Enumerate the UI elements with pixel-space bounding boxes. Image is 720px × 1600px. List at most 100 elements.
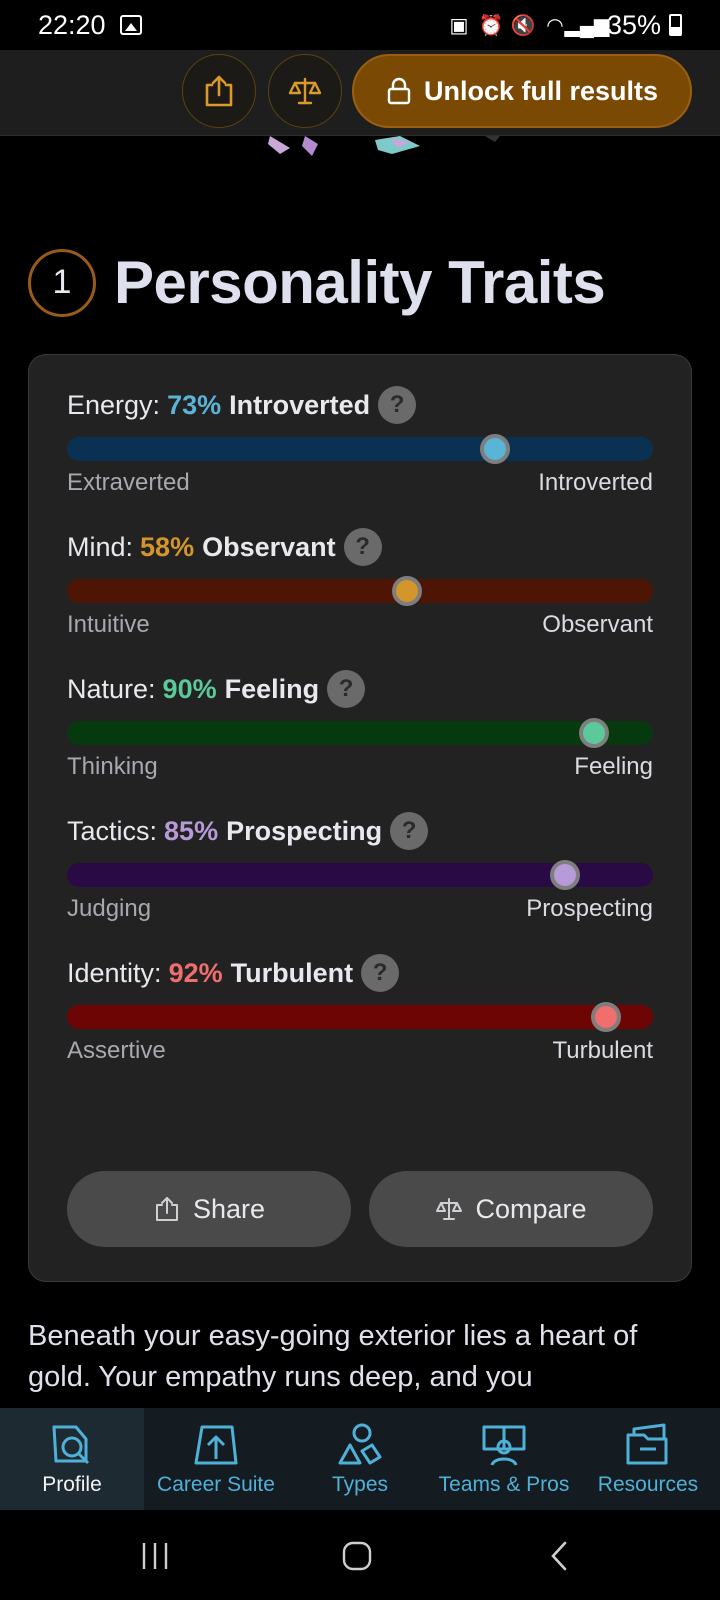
- types-icon: [338, 1423, 382, 1465]
- trait-row: Energy: 73% Introverted? Extraverted Introve…: [67, 385, 653, 497]
- share-label: Share: [192, 1193, 266, 1224]
- trait-slider-track: [67, 860, 653, 890]
- trait-result: Introverted: [229, 389, 371, 420]
- compare-button[interactable]: Compare: [369, 1171, 653, 1247]
- gallery-notification-icon: [119, 15, 142, 35]
- scale-icon: [288, 77, 322, 105]
- help-icon[interactable]: ?: [327, 670, 366, 708]
- right-pole-label: Turbulent: [552, 1037, 654, 1064]
- unlock-label: Unlock full results: [423, 75, 659, 106]
- profile-icon: [52, 1425, 90, 1465]
- trait-title: Identity: 92% Turbulent?: [67, 953, 653, 993]
- trait-title: Energy: 73% Introverted?: [67, 385, 653, 425]
- status-time: 22:20: [38, 9, 106, 40]
- nav-resources[interactable]: Resources: [576, 1408, 720, 1510]
- trait-slider-track: [67, 434, 653, 464]
- right-pole-label: Feeling: [574, 753, 653, 780]
- trait-label: Mind:: [67, 531, 134, 562]
- nav-resources-label: Resources: [597, 1473, 699, 1496]
- trait-poles: Extraverted Introverted: [67, 469, 653, 497]
- mute-icon: 🔇: [510, 14, 536, 37]
- trait-row: Tactics: 85% Prospecting? Judging Prospectin…: [67, 811, 653, 923]
- trait-poles: Assertive Turbulent: [67, 1037, 653, 1065]
- nav-profile[interactable]: Profile: [0, 1408, 144, 1510]
- scale-icon: [436, 1198, 463, 1220]
- nav-profile-label: Profile: [42, 1473, 102, 1496]
- nav-teams-pros-label: Teams & Pros: [438, 1473, 570, 1496]
- nav-career-suite-label: Career Suite: [157, 1473, 275, 1496]
- compare-top-button[interactable]: [268, 54, 342, 128]
- teams-icon: [482, 1425, 526, 1466]
- trait-row: Mind: 58% Observant? Intuitive Observant: [67, 527, 653, 639]
- nav-types[interactable]: Types: [288, 1408, 432, 1510]
- lock-icon: [387, 77, 411, 105]
- trait-slider-track: [67, 1002, 653, 1032]
- card-actions: Share Compare: [67, 1171, 653, 1247]
- trait-title: Tactics: 85% Prospecting?: [67, 811, 653, 851]
- trait-percent: 90%: [162, 673, 217, 704]
- left-pole-label: Judging: [67, 895, 152, 922]
- back-button[interactable]: [540, 1538, 580, 1574]
- trait-label: Energy:: [67, 389, 161, 420]
- trait-label: Tactics:: [67, 815, 158, 846]
- trait-slider-knob: [479, 434, 510, 464]
- trait-title: Nature: 90% Feeling?: [67, 669, 653, 709]
- top-app-bar: Unlock full results: [0, 50, 720, 136]
- status-icons: ▣ ⏰ 🔇 ◠ ▂▄▆ 35%: [447, 10, 682, 41]
- trait-title: Mind: 58% Observant?: [67, 527, 653, 567]
- trait-percent: 73%: [167, 389, 222, 420]
- traits-card: Energy: 73% Introverted? Extraverted Introve…: [28, 354, 692, 1282]
- battery-icon: [669, 14, 682, 36]
- bottom-nav: Profile Career Suite Types Teams & Pros …: [0, 1408, 720, 1510]
- upload-icon: [205, 75, 233, 107]
- help-icon[interactable]: ?: [361, 954, 400, 992]
- trait-slider-knob: [550, 860, 581, 890]
- resources-icon: [626, 1423, 668, 1465]
- trait-percent: 92%: [168, 957, 223, 988]
- system-navigation-bar: [0, 1510, 720, 1600]
- trait-result: Prospecting: [226, 815, 383, 846]
- trait-poles: Thinking Feeling: [67, 753, 653, 781]
- trait-percent: 85%: [164, 815, 219, 846]
- recent-apps-button[interactable]: [135, 1538, 175, 1574]
- nav-types-label: Types: [331, 1473, 389, 1496]
- left-pole-label: Thinking: [67, 753, 158, 780]
- lock-badge-icon: ▣: [449, 14, 469, 37]
- help-icon[interactable]: ?: [390, 812, 429, 850]
- trait-result: Observant: [202, 531, 336, 562]
- nav-teams-pros[interactable]: Teams & Pros: [432, 1408, 576, 1510]
- section-heading: 1 Personality Traits: [28, 248, 606, 317]
- unlock-full-results-button[interactable]: Unlock full results: [352, 54, 692, 128]
- back-icon: [551, 1541, 567, 1571]
- right-pole-label: Introverted: [538, 469, 653, 496]
- trait-percent: 58%: [140, 531, 195, 562]
- battery-percent: 35%: [606, 9, 661, 40]
- help-icon[interactable]: ?: [378, 386, 417, 424]
- trait-slider-knob: [591, 1002, 622, 1032]
- trait-slider-knob: [579, 718, 610, 748]
- share-button[interactable]: Share: [67, 1171, 351, 1247]
- left-pole-label: Intuitive: [67, 611, 150, 638]
- type-description: Beneath your easy-going exterior lies a …: [28, 1320, 638, 1393]
- career-suite-icon: [194, 1425, 238, 1465]
- section-title: Personality Traits: [114, 249, 606, 316]
- home-icon: [342, 1541, 372, 1571]
- status-bar: 22:20 ▣ ⏰ 🔇 ◠ ▂▄▆ 35%: [0, 0, 720, 50]
- trait-poles: Intuitive Observant: [67, 611, 653, 639]
- signal-icon: ▂▄▆: [564, 14, 610, 37]
- home-button[interactable]: [337, 1538, 377, 1574]
- alarm-icon: ⏰: [478, 14, 504, 37]
- compare-label: Compare: [475, 1193, 587, 1224]
- share-icon: [155, 1197, 178, 1221]
- trait-row: Nature: 90% Feeling? Thinking Feeling: [67, 669, 653, 781]
- help-icon[interactable]: ?: [343, 528, 382, 566]
- export-button[interactable]: [182, 54, 256, 128]
- right-pole-label: Prospecting: [526, 895, 653, 922]
- trait-label: Identity:: [67, 957, 162, 988]
- trait-slider-track: [67, 576, 653, 606]
- left-pole-label: Extraverted: [67, 469, 190, 496]
- trait-poles: Judging Prospecting: [67, 895, 653, 923]
- nav-career-suite[interactable]: Career Suite: [144, 1408, 288, 1510]
- section-number: 1: [28, 248, 96, 317]
- trait-slider-track: [67, 718, 653, 748]
